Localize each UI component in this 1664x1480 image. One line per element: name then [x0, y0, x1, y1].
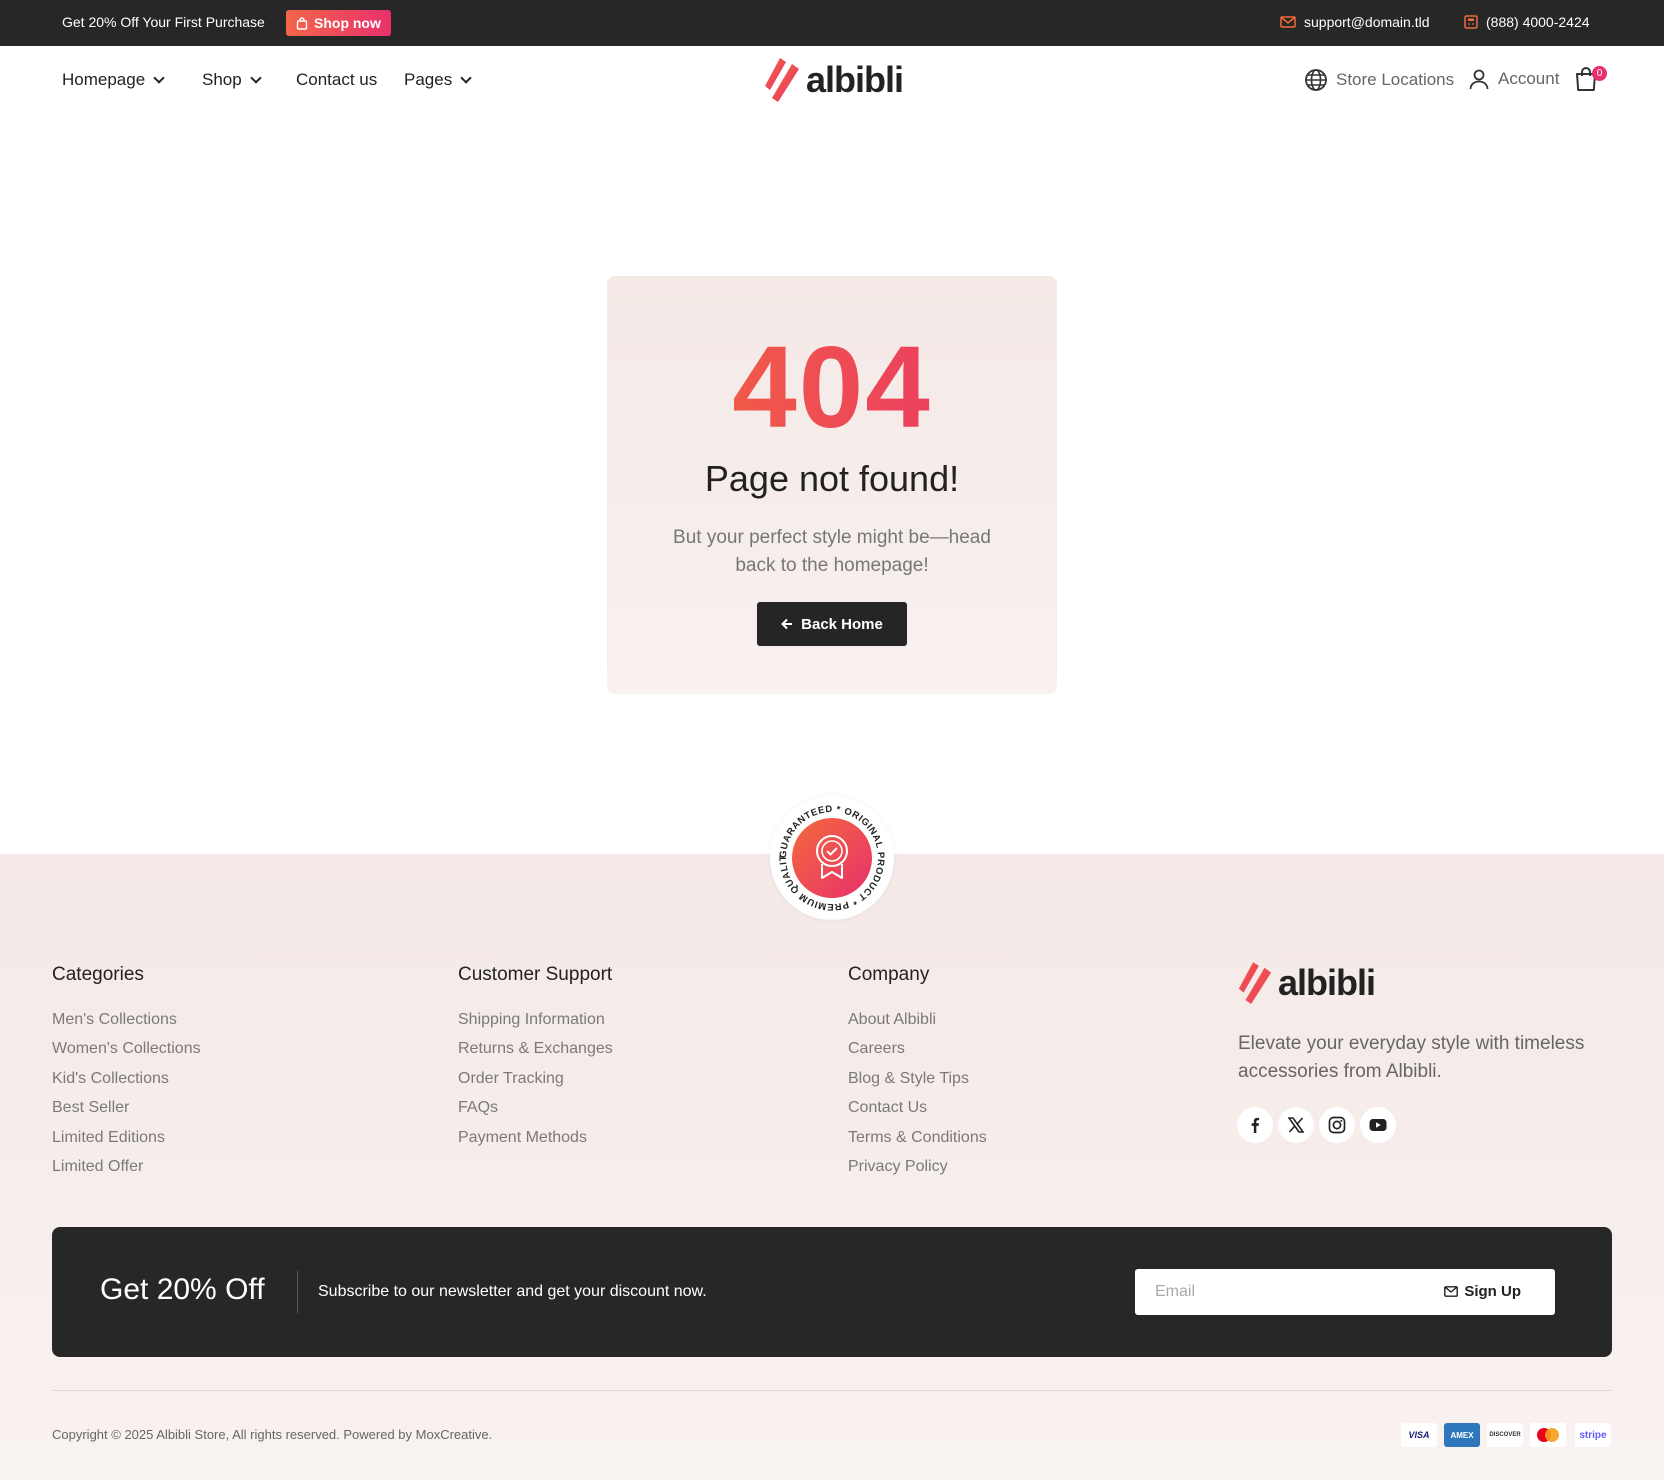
instagram-icon [1328, 1116, 1346, 1134]
footer-link[interactable]: Blog & Style Tips [848, 1070, 987, 1099]
logo-wordmark: albibli [806, 59, 904, 100]
facebook-icon [1251, 1117, 1260, 1133]
user-icon [1469, 69, 1489, 90]
footer-link[interactable]: Shipping Information [458, 1011, 613, 1040]
stripe-payment-icon: stripe [1575, 1423, 1611, 1447]
nav-item-label: Contact us [296, 70, 378, 89]
sign-up-button[interactable]: Sign Up [1444, 1283, 1521, 1300]
logo-wordmark: albibli [1278, 962, 1376, 1003]
visa-payment-icon: VISA [1401, 1423, 1437, 1447]
chevron-down-icon [153, 71, 165, 84]
nav-item-label: Pages [404, 70, 453, 89]
header-logo[interactable]: albibli [762, 56, 904, 104]
nav-item-label: Homepage [62, 70, 146, 89]
shop-now-label: Shop now [314, 15, 381, 31]
customer-support-title: Customer Support [458, 964, 613, 985]
nav-item-label: Shop [202, 70, 242, 89]
categories-list: Men's Collections Women's Collections Ki… [52, 1011, 201, 1187]
error-message: But your perfect style might be—head bac… [673, 527, 991, 576]
footer-link[interactable]: Limited Editions [52, 1129, 201, 1158]
cart-count-badge: 0 [1592, 66, 1607, 81]
promo-text: Get 20% Off Your First Purchase [62, 14, 265, 30]
chevron-down-icon [250, 71, 262, 84]
globe-icon [1305, 69, 1327, 91]
account-link[interactable]: Account [1468, 68, 1559, 90]
logo-mark-icon [765, 58, 799, 102]
x-icon [1288, 1117, 1304, 1133]
phone-number: (888) 4000-2424 [1486, 14, 1590, 30]
instagram-link[interactable] [1319, 1107, 1355, 1143]
discover-payment-icon: DISCOVER [1487, 1423, 1523, 1447]
error-code: 404 [607, 320, 1057, 454]
footer-link[interactable]: Best Seller [52, 1099, 201, 1128]
footer-link[interactable]: Payment Methods [458, 1129, 613, 1158]
footer-link[interactable]: Women's Collections [52, 1040, 201, 1069]
footer-link[interactable]: Terms & Conditions [848, 1129, 987, 1158]
newsletter-banner: Get 20% Off Subscribe to our newsletter … [52, 1227, 1612, 1357]
newsletter-title: Get 20% Off [100, 1273, 265, 1306]
store-locations-label: Store Locations [1336, 70, 1455, 89]
newsletter-form: Sign Up [1135, 1269, 1555, 1315]
footer-link[interactable]: Order Tracking [458, 1070, 613, 1099]
nav-item-pages[interactable]: Pages [404, 70, 472, 90]
footer-link[interactable]: Returns & Exchanges [458, 1040, 613, 1069]
quality-seal-icon: GUARANTEED * ORIGINAL PRODUCT * PREMIUM … [767, 788, 886, 912]
chevron-down-icon [460, 71, 472, 84]
account-label: Account [1498, 69, 1560, 88]
newsletter-text: Subscribe to our newsletter and get your… [318, 1283, 707, 1300]
newsletter-email-input[interactable] [1135, 1269, 1435, 1315]
shop-now-button[interactable]: Shop now [286, 10, 391, 36]
footer-link[interactable]: About Albibli [848, 1011, 987, 1040]
footer-divider [52, 1390, 1612, 1391]
company-list: About Albibli Careers Blog & Style Tips … [848, 1011, 987, 1187]
footer [0, 854, 1664, 1480]
footer-link[interactable]: FAQs [458, 1099, 613, 1128]
categories-title: Categories [52, 964, 144, 985]
newsletter-divider [297, 1271, 298, 1313]
mail-icon [1444, 1286, 1459, 1297]
youtube-link[interactable] [1360, 1107, 1396, 1143]
support-email-link[interactable]: support@domain.tld [1280, 14, 1430, 30]
facebook-link[interactable] [1237, 1107, 1273, 1143]
mastercard-payment-icon [1530, 1423, 1566, 1447]
error-title: Page not found! [704, 458, 960, 499]
phone-icon [1464, 15, 1478, 29]
footer-tagline: Elevate your everyday style with timeles… [1238, 1033, 1585, 1082]
back-home-button[interactable]: Back Home [757, 602, 907, 646]
footer-link[interactable]: Careers [848, 1040, 987, 1069]
top-bar: Get 20% Off Your First Purchase Shop now… [0, 0, 1664, 46]
nav-item-contact[interactable]: Contact us [296, 70, 377, 90]
nav-item-shop[interactable]: Shop [202, 70, 262, 90]
error-card: 404 Page not found! But your perfect sty… [607, 276, 1057, 694]
quality-badge: GUARANTEED * ORIGINAL PRODUCT * PREMIUM … [767, 788, 894, 920]
youtube-icon [1369, 1119, 1387, 1131]
x-link[interactable] [1278, 1107, 1314, 1143]
footer-link[interactable]: Limited Offer [52, 1158, 201, 1187]
footer-link[interactable]: Privacy Policy [848, 1158, 987, 1187]
sign-up-label: Sign Up [1464, 1283, 1521, 1300]
arrow-left-icon [781, 618, 793, 630]
back-home-label: Back Home [801, 615, 883, 633]
company-title: Company [848, 964, 930, 985]
copyright-text: Copyright © 2025 Albibli Store, All righ… [52, 1427, 493, 1442]
footer-link[interactable]: Kid's Collections [52, 1070, 201, 1099]
main-navigation: Homepage Shop Contact us Pages albibli S… [0, 46, 1664, 116]
phone-link[interactable]: (888) 4000-2424 [1464, 14, 1590, 30]
support-email: support@domain.tld [1304, 14, 1430, 30]
store-locations-link[interactable]: Store Locations [1304, 68, 1454, 92]
logo-mark-icon [1238, 962, 1272, 1004]
footer-link[interactable]: Contact Us [848, 1099, 987, 1128]
footer-link[interactable]: Men's Collections [52, 1011, 201, 1040]
nav-item-homepage[interactable]: Homepage [62, 70, 165, 90]
footer-logo[interactable]: albibli [1236, 960, 1376, 1006]
shopping-bag-icon [296, 16, 308, 30]
customer-support-list: Shipping Information Returns & Exchanges… [458, 1011, 613, 1158]
amex-payment-icon: AMEX [1444, 1423, 1480, 1447]
mail-icon [1280, 16, 1296, 28]
